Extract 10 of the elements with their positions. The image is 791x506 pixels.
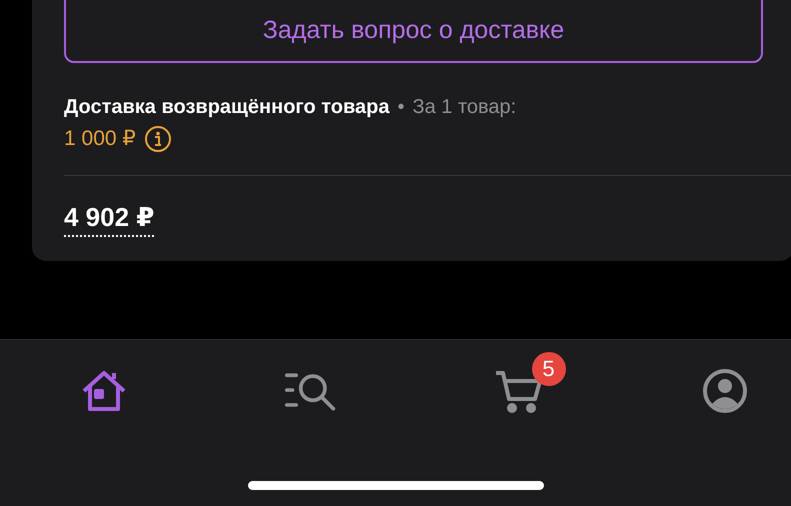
delivery-title: Доставка возвращённого товара xyxy=(64,96,390,118)
profile-icon xyxy=(702,368,748,414)
ask-delivery-button[interactable]: Задать вопрос о доставке xyxy=(64,0,763,63)
delivery-note: За 1 товар: xyxy=(412,96,516,118)
cart-count-badge: 5 xyxy=(532,352,566,386)
delivery-price: 1 000 ₽ xyxy=(64,126,136,152)
info-icon[interactable] xyxy=(144,125,172,153)
cart-icon xyxy=(494,369,542,413)
total-price[interactable]: 4 902 ₽ xyxy=(64,202,154,237)
separator-dot: • xyxy=(398,96,405,118)
